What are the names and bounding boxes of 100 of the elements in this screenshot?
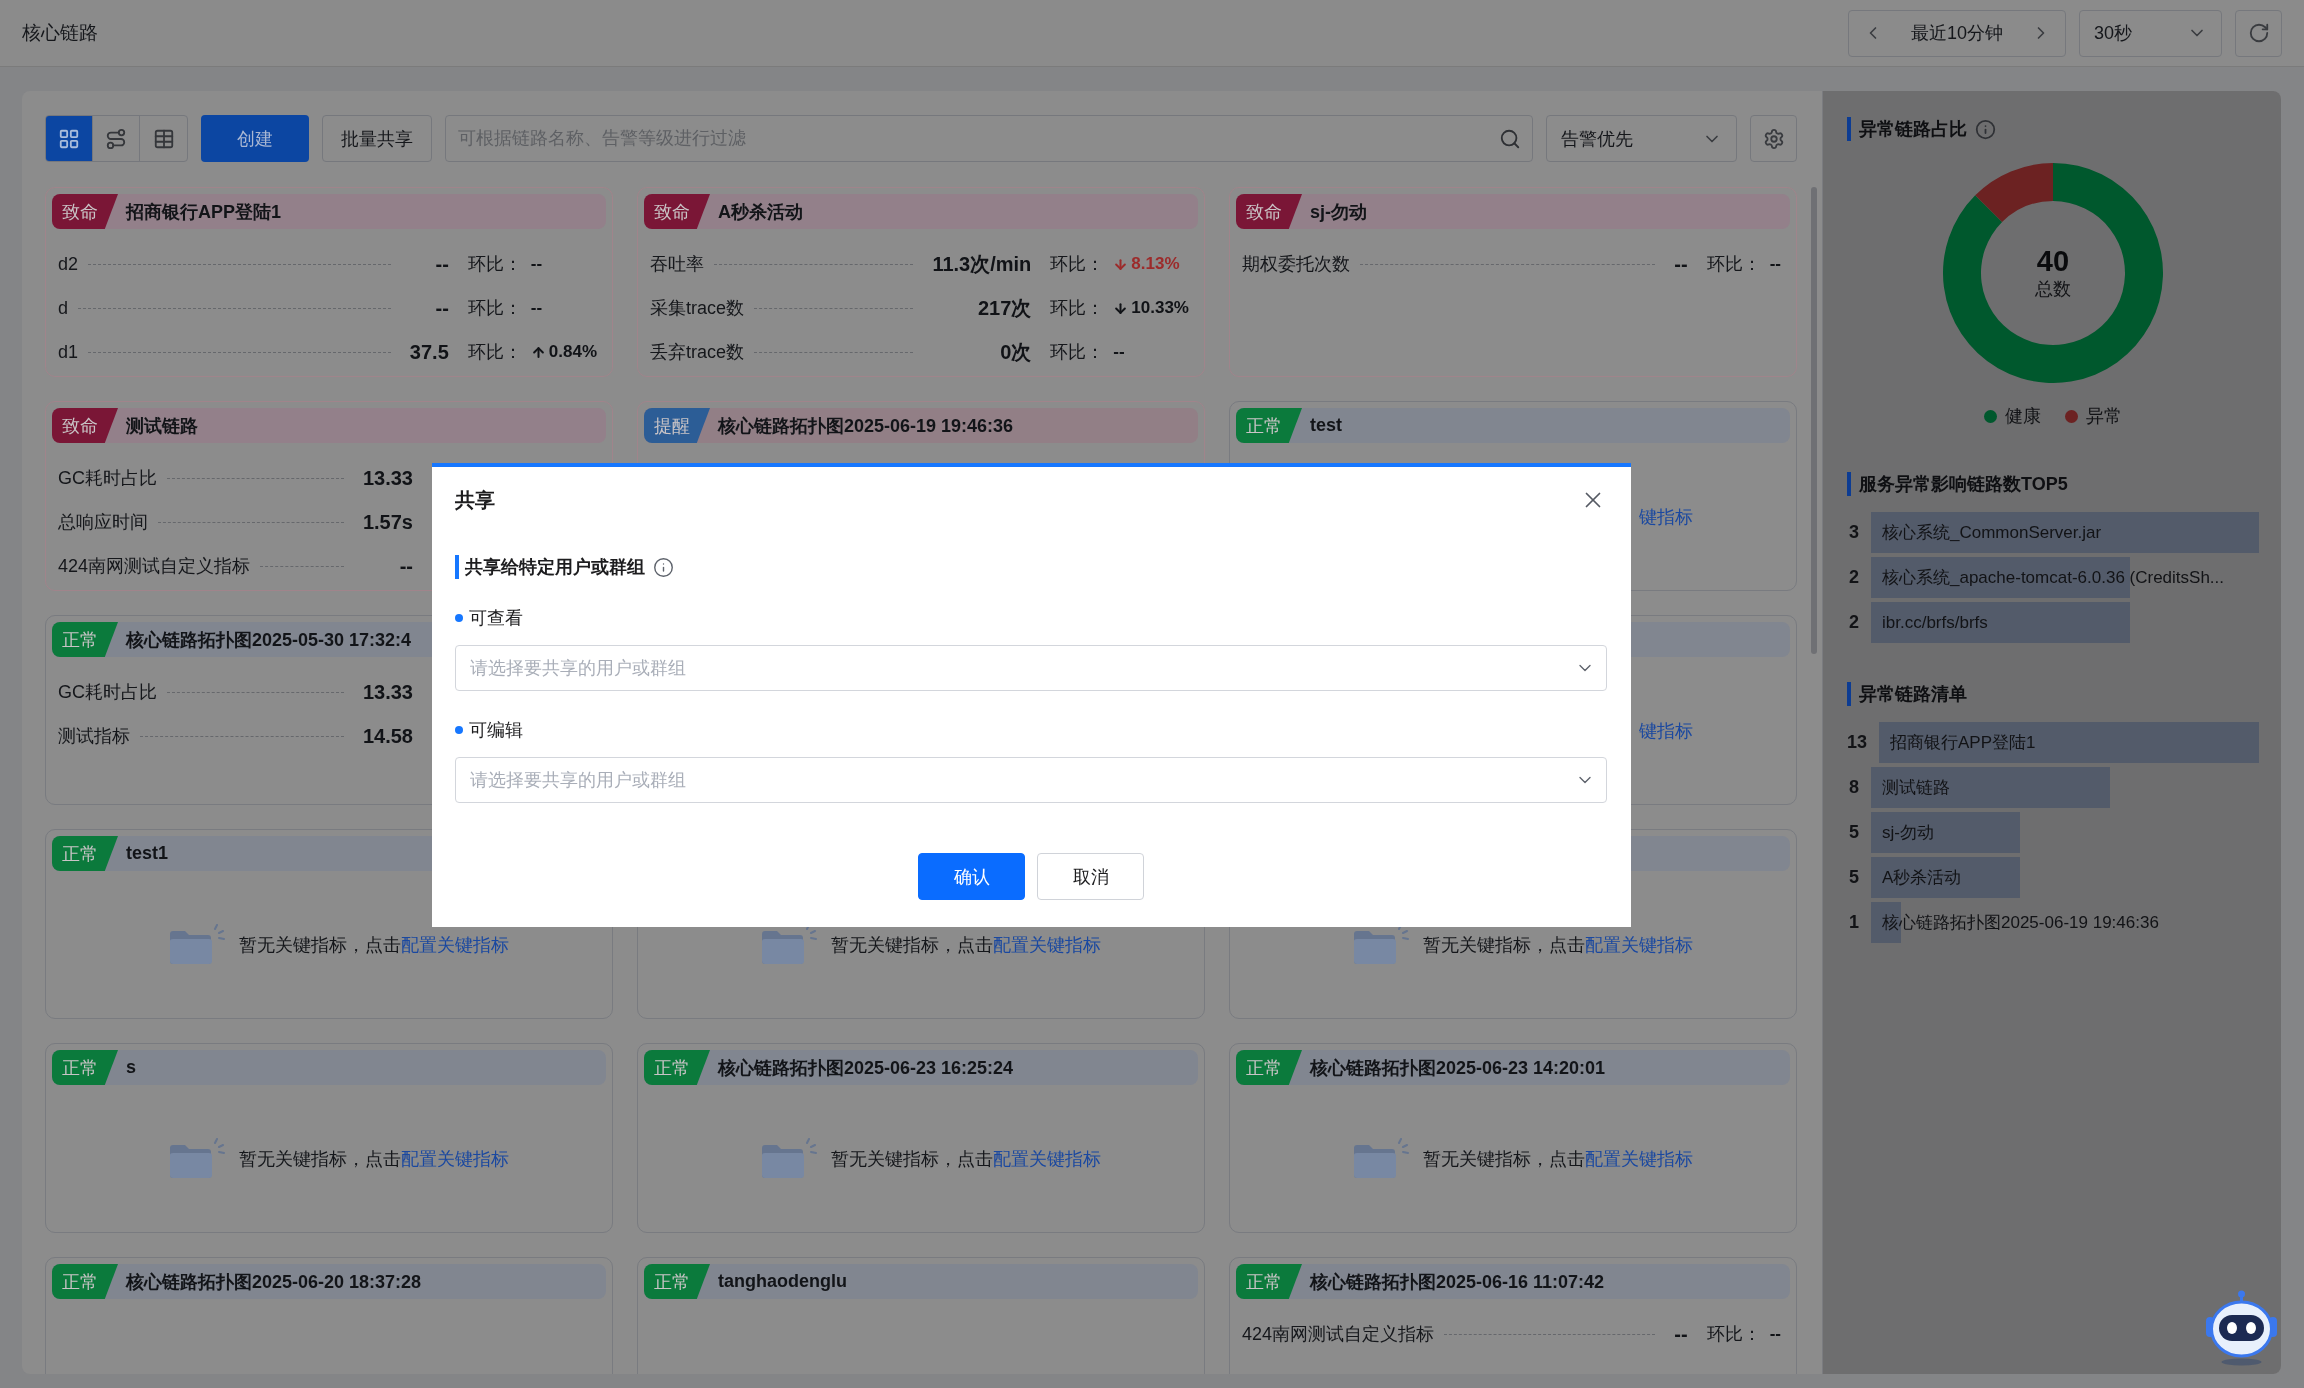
- change-value: --: [530, 298, 543, 318]
- metric-value: 1.57s: [362, 510, 413, 534]
- cancel-button[interactable]: 取消: [1037, 853, 1144, 900]
- robot-icon[interactable]: [2203, 1290, 2280, 1366]
- count-label: 2: [1848, 567, 1859, 588]
- count-label: 8: [1848, 777, 1859, 798]
- metric-value: 13.33: [362, 466, 413, 490]
- card-title: 核心链路拓扑图2025-06-16 11:07:42: [1310, 1270, 1605, 1294]
- search-icon[interactable]: [1499, 127, 1521, 150]
- folder-icon: [760, 1138, 817, 1179]
- refresh-button[interactable]: [2235, 9, 2282, 57]
- metric-value: 0次: [999, 339, 1032, 365]
- metric-name: 424南网测试自定义指标: [58, 555, 251, 578]
- link-bar[interactable]: 测试链路: [1871, 767, 2259, 808]
- metric-name: d: [58, 297, 68, 319]
- change-label: 环比：: [467, 297, 522, 320]
- info-icon[interactable]: [653, 556, 674, 578]
- change-value: --: [1113, 342, 1125, 362]
- confirm-button[interactable]: 确认: [918, 853, 1025, 900]
- count-label: 13: [1847, 732, 1868, 753]
- info-icon[interactable]: [1975, 118, 1996, 140]
- card-title: s: [126, 1057, 136, 1078]
- count-label: 5: [1848, 822, 1859, 843]
- view-toggle-button[interactable]: [46, 116, 93, 161]
- scrollbar-thumb[interactable]: [1811, 187, 1817, 654]
- link-bar[interactable]: A秒杀活动: [1871, 857, 2259, 898]
- link-bar[interactable]: sj-勿动: [1871, 812, 2259, 853]
- empty-message: 暂无关键指标，点击配置关键指标: [831, 1147, 1101, 1171]
- card-title: 核心链路拓扑图2025-06-20 18:37:28: [126, 1270, 422, 1294]
- service-bar[interactable]: ibr.cc/brfs/brfs: [1871, 602, 2259, 643]
- count-label: 5: [1848, 867, 1859, 888]
- severity-badge: 正常: [644, 1050, 710, 1085]
- card-title: 核心链路拓扑图2025-06-23 14:20:01: [1310, 1056, 1606, 1080]
- metric-value: 14.58: [362, 724, 413, 748]
- card-title: 测试链路: [126, 414, 198, 438]
- change-label: 环比：: [1706, 253, 1761, 276]
- section-title: 异常链路清单: [1847, 682, 1967, 706]
- card-title: 核心链路拓扑图2025-06-23 16:25:24: [718, 1056, 1014, 1080]
- count-label: 2: [1848, 612, 1859, 633]
- time-range-picker[interactable]: 最近10分钟: [1848, 9, 2066, 57]
- settings-icon: [1762, 127, 1785, 150]
- legend-label: 健康: [2005, 405, 2041, 428]
- field-label: 可查看: [469, 607, 523, 630]
- empty-message: 暂无关键指标，点击配置关键指标: [239, 1147, 509, 1171]
- batch-share-button[interactable]: 批量共享: [322, 115, 432, 162]
- configure-link[interactable]: 配置关键指标: [993, 934, 1101, 955]
- legend-label: 异常: [2086, 405, 2122, 428]
- change-label: 环比：: [467, 253, 522, 276]
- metric-value: 11.3次/min: [932, 251, 1032, 277]
- severity-badge: 致命: [644, 194, 710, 229]
- user-select-field[interactable]: 请选择要共享的用户或群组: [455, 645, 1607, 691]
- total-count: 40: [2036, 245, 2070, 277]
- interval-select[interactable]: 30秒: [2079, 9, 2222, 57]
- link-bar[interactable]: 核心链路拓扑图2025-06-19 19:46:36: [1871, 902, 2259, 943]
- change-label: 环比：: [1050, 341, 1105, 364]
- metric-value: 217次: [976, 295, 1032, 321]
- create-button[interactable]: 创建: [201, 115, 309, 162]
- user-select-field[interactable]: 请选择要共享的用户或群组: [455, 757, 1607, 803]
- configure-link[interactable]: 配置关键指标: [1585, 934, 1693, 955]
- metric-value: --: [434, 296, 449, 320]
- severity-badge: 正常: [52, 1050, 118, 1085]
- change-value: --: [1769, 254, 1781, 274]
- configure-link[interactable]: 配置关键指标: [401, 1148, 509, 1169]
- change-value: 8.13%: [1131, 254, 1180, 274]
- configure-link[interactable]: 键指标: [1639, 504, 1693, 529]
- change-label: 环比：: [1706, 1323, 1761, 1346]
- section-title: 异常链路占比: [1847, 117, 1967, 141]
- severity-badge: 正常: [1236, 408, 1302, 443]
- count-label: 3: [1848, 522, 1859, 543]
- metric-name: 吞吐率: [650, 253, 704, 276]
- metric-value: 37.5: [409, 340, 449, 364]
- change-label: 环比：: [1050, 297, 1105, 320]
- service-bar[interactable]: 核心系统_apache-tomcat-6.0.36 (CreditsSh...: [1871, 557, 2259, 598]
- metric-value: 13.33: [362, 680, 413, 704]
- metric-name: 期权委托次数: [1242, 253, 1350, 276]
- change-value: --: [1769, 1324, 1781, 1344]
- metric-name: d1: [58, 341, 79, 363]
- configure-link[interactable]: 配置关键指标: [1585, 1148, 1693, 1169]
- settings-button[interactable]: [1750, 115, 1797, 162]
- card-title: sj-勿动: [1310, 200, 1367, 224]
- severity-badge: 正常: [644, 1264, 710, 1299]
- section-title: 服务异常影响链路数TOP5: [1847, 472, 2068, 496]
- page-title: 核心链路: [22, 21, 98, 45]
- configure-link[interactable]: 配置关键指标: [401, 934, 509, 955]
- route-icon: [105, 127, 127, 150]
- sort-select[interactable]: 告警优先: [1546, 115, 1737, 162]
- metric-name: 总响应时间: [58, 511, 148, 534]
- link-bar[interactable]: 招商银行APP登陆1: [1879, 722, 2259, 763]
- empty-message: 暂无关键指标，点击配置关键指标: [831, 933, 1101, 957]
- table-icon: [152, 127, 175, 150]
- severity-badge: 致命: [1236, 194, 1302, 229]
- time-range-text[interactable]: 最近10分钟: [1911, 21, 2003, 45]
- service-bar[interactable]: 核心系统_CommonServer.jar: [1871, 512, 2259, 553]
- change-label: 环比：: [1050, 253, 1105, 276]
- card-title: test: [1310, 415, 1342, 436]
- configure-link[interactable]: 配置关键指标: [993, 1148, 1101, 1169]
- configure-link[interactable]: 键指标: [1639, 718, 1693, 743]
- folder-icon: [1352, 1138, 1409, 1179]
- metric-value: --: [1674, 1322, 1688, 1346]
- grid-icon: [58, 127, 80, 150]
